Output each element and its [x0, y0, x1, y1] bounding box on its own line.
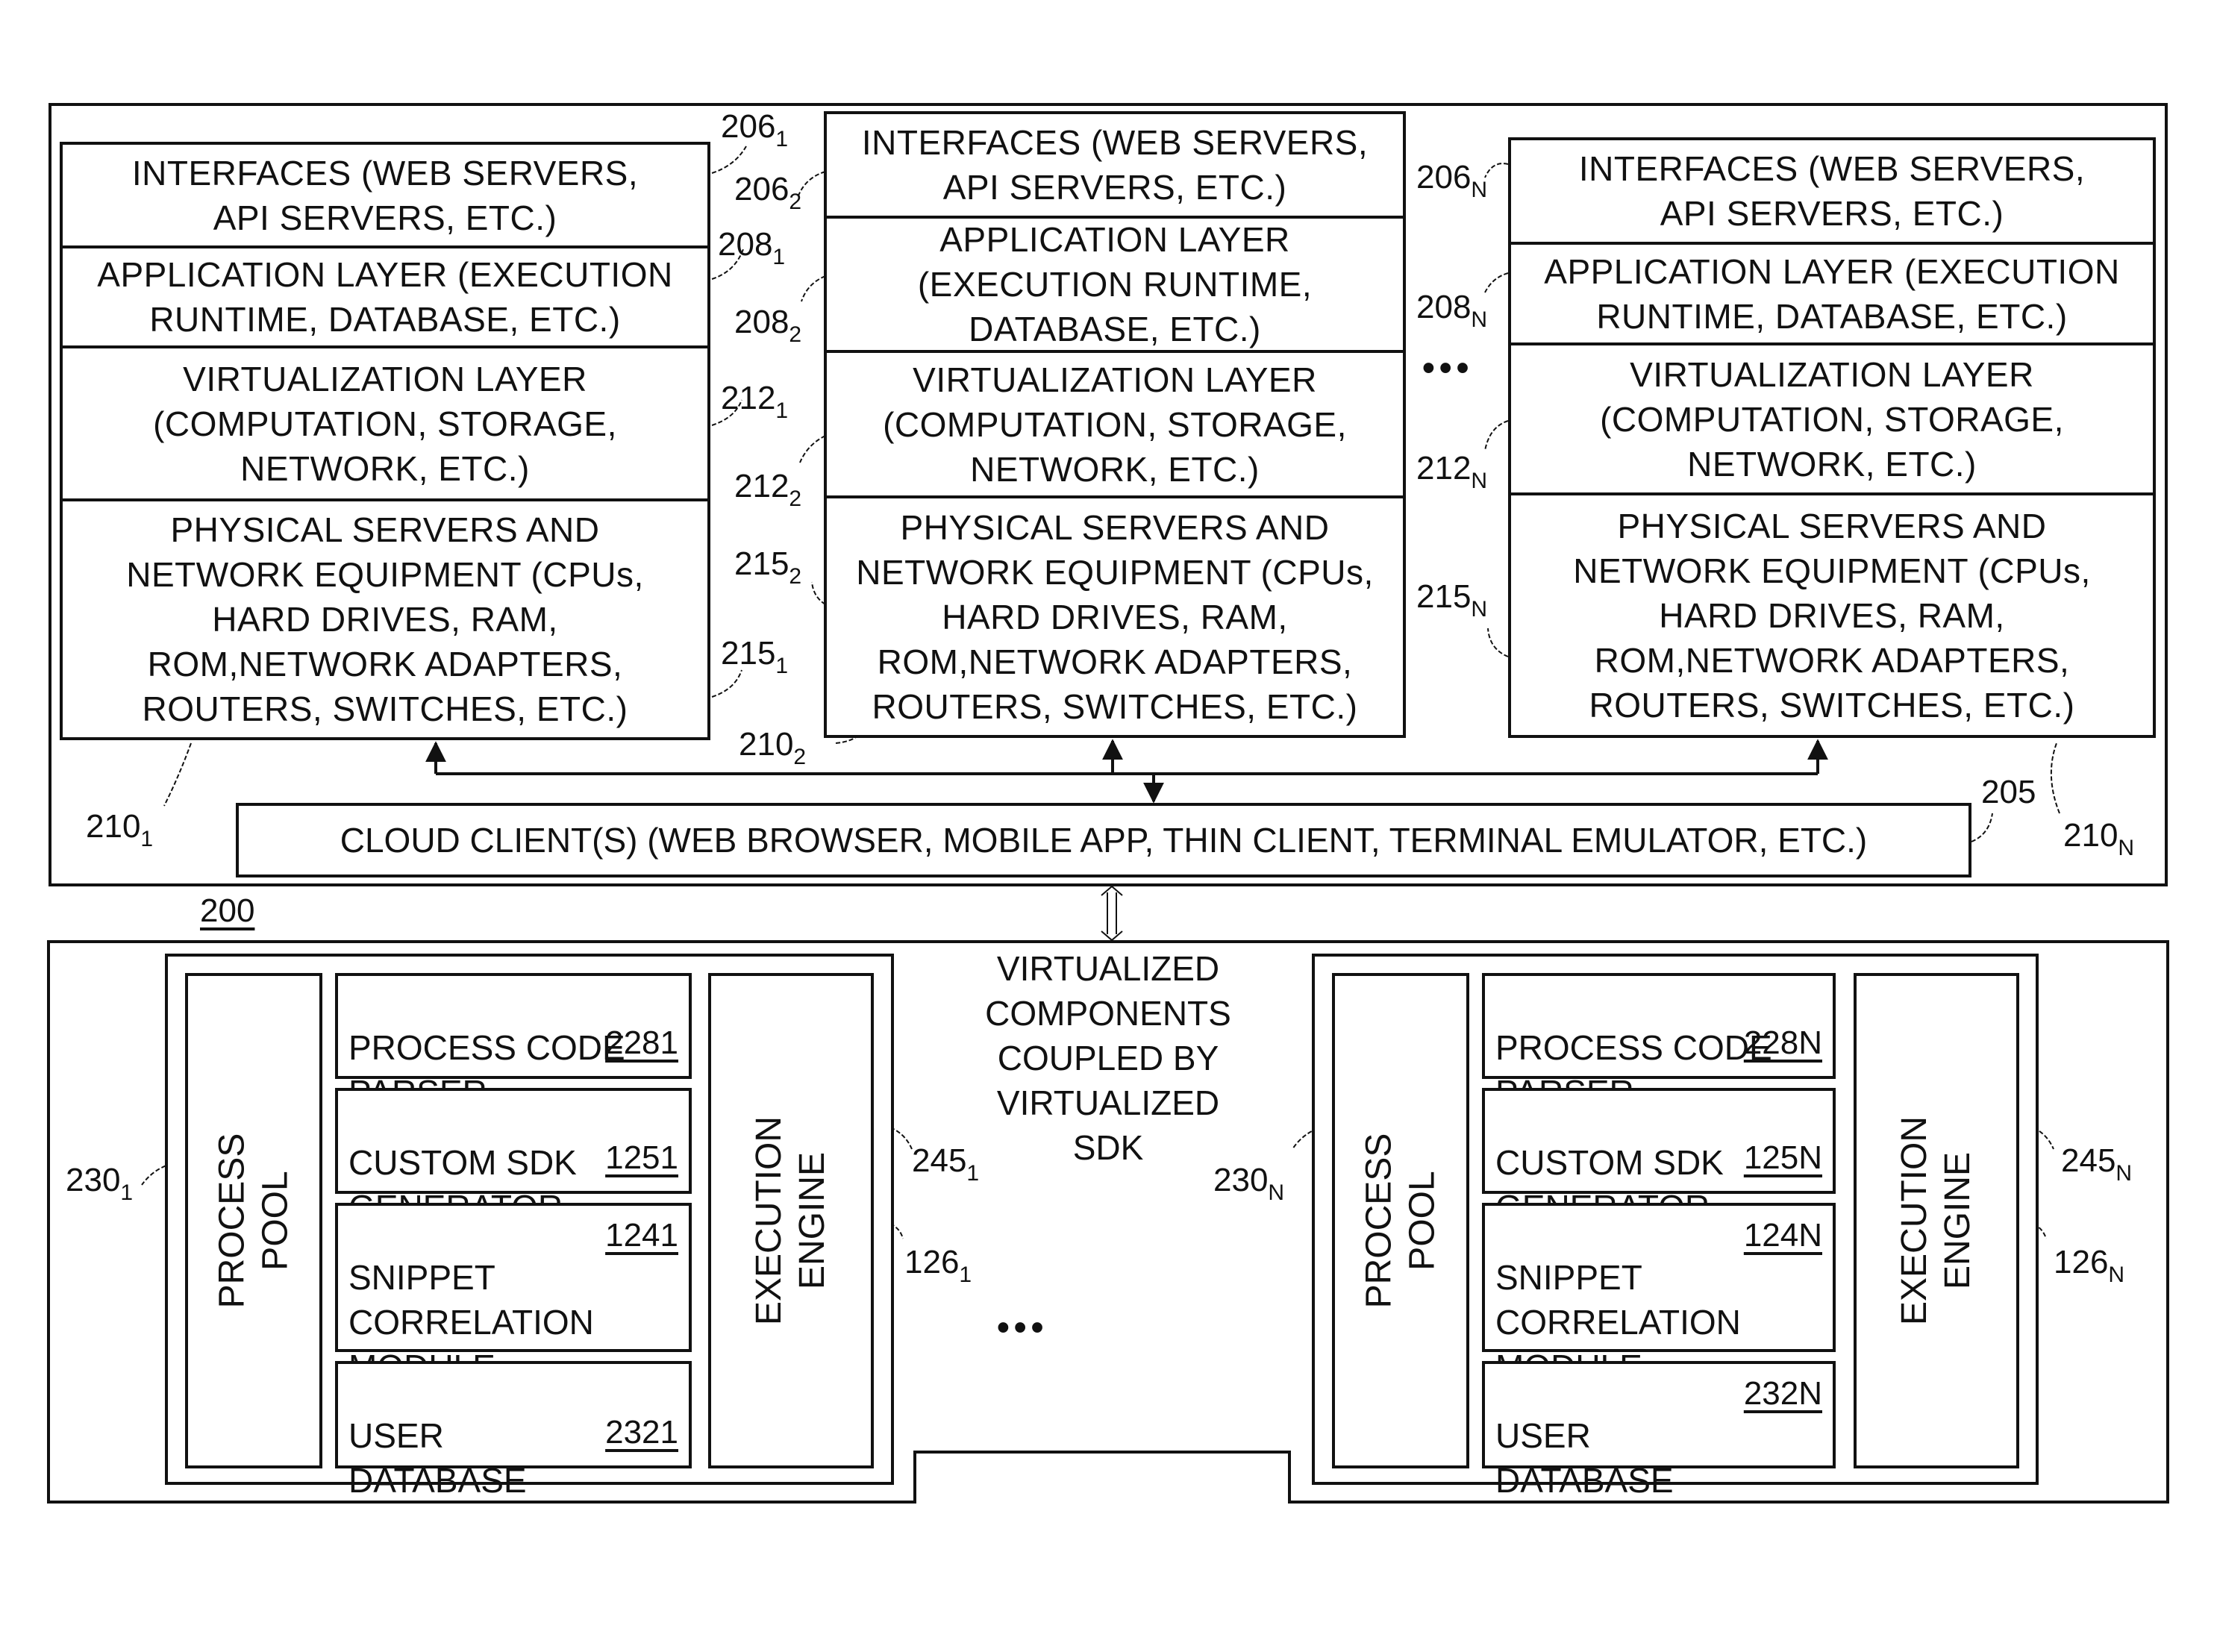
ref-230-n: 230N [1213, 1162, 1285, 1206]
ellipsis-icon-lower: ••• [997, 1308, 1048, 1348]
execution-engine-n: EXECUTION ENGINE [1854, 973, 2019, 1468]
leader-lines [163, 146, 2060, 842]
ref-126-1: 1261 [904, 1244, 972, 1288]
ref-245-n: 245N [2061, 1142, 2133, 1186]
process-code-parser-1: PROCESS CODE PARSER 2281 [335, 973, 692, 1112]
process-pool-1: PROCESS POOL [185, 973, 322, 1468]
snippet-correlation-module-n: SNIPPET CORRELATION MODULE 124N [1482, 1203, 1836, 1386]
custom-sdk-generator-1: CUSTOM SDK GENERATOR 1251 [335, 1088, 692, 1227]
virtualized-components-label: VIRTUALIZED COMPONENTS COUPLED BY VIRTUA… [985, 949, 1231, 1167]
ref-126-n: 126N [2054, 1244, 2125, 1288]
process-code-parser-n: PROCESS CODE PARSER 228N [1482, 973, 1836, 1112]
custom-sdk-generator-n: CUSTOM SDK GENERATOR 125N [1482, 1088, 1836, 1227]
snippet-correlation-module-1: SNIPPET CORRELATION MODULE 1241 [335, 1203, 692, 1386]
ref-230-1: 2301 [66, 1162, 134, 1206]
user-database-1: USER DATABASE 2321 [335, 1361, 692, 1500]
execution-engine-1: EXECUTION ENGINE [708, 973, 874, 1468]
process-pool-n: PROCESS POOL [1332, 973, 1469, 1468]
double-arrow-icon [1101, 885, 1123, 942]
user-database-n: USER DATABASE 232N [1482, 1361, 1836, 1500]
